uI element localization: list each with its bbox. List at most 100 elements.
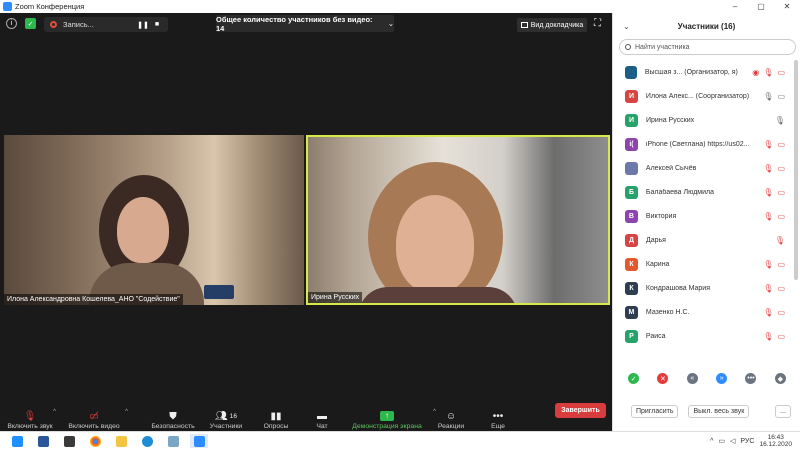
language-indicator[interactable]: РУС	[740, 438, 754, 445]
network-icon[interactable]: ▭	[718, 437, 725, 445]
mic-muted-icon: 🎙︎	[763, 139, 774, 149]
participant-search[interactable]: Найти участника	[619, 39, 796, 55]
avatar: Р	[625, 329, 638, 343]
recording-indicator: Запись... ❚❚ ■	[44, 17, 168, 32]
pause-recording-button[interactable]: ❚❚	[136, 21, 150, 29]
scrollbar[interactable]	[794, 60, 798, 280]
participant-row[interactable]: i(iPhone (Светлана) https://us02... 🎙︎ ▭	[613, 132, 793, 156]
video-off-icon: ▭	[777, 283, 785, 293]
more-options-button[interactable]: ...	[775, 404, 791, 418]
chat-button[interactable]: ▬ Чат	[308, 409, 336, 431]
yes-icon[interactable]: ✓	[628, 373, 640, 384]
clear-icon[interactable]: ◆	[774, 373, 786, 384]
file-explorer-icon[interactable]	[112, 434, 130, 448]
video-tile[interactable]: Илона Александровна Кошелева_АНО "Содейс…	[4, 135, 304, 305]
participants-panel: ⌄ Участники (16) Найти участника Высшая …	[612, 13, 800, 431]
zoom-taskbar-icon[interactable]	[190, 434, 208, 448]
avatar: М	[625, 305, 638, 319]
participant-row[interactable]: В Виктория 🎙︎ ▭	[613, 204, 793, 228]
speaker-view-button[interactable]: Вид докладчика	[517, 18, 587, 32]
caret-up-icon[interactable]: ^	[125, 409, 128, 415]
avatar: Б	[625, 185, 638, 199]
participant-row[interactable]: Высшая з... (Организатор, я) ◉ 🎙︎ ▭	[613, 60, 793, 84]
participant-row[interactable]: И Ирина Русских 🎙︎	[613, 108, 793, 132]
slower-icon[interactable]: «	[686, 373, 698, 384]
no-icon[interactable]: ✕	[657, 373, 669, 384]
end-meeting-button[interactable]: Завершить	[555, 403, 606, 418]
video-off-icon: ▭	[777, 139, 785, 149]
participant-row[interactable]: К Кондрашова Мария 🎙︎ ▭	[613, 276, 793, 300]
polls-button[interactable]: ▮▮ Опросы	[258, 409, 294, 431]
app-icon[interactable]	[164, 434, 182, 448]
more-icon[interactable]: •••	[745, 373, 757, 384]
window-title: Zoom Конференция	[15, 2, 85, 11]
avatar: И	[625, 113, 638, 127]
chevron-up-icon[interactable]: ^	[710, 438, 713, 445]
tablet	[204, 285, 234, 299]
mic-muted-icon: 🎙︎	[774, 235, 785, 245]
mic-icon: 🎙︎	[774, 115, 785, 125]
invite-button[interactable]: Пригласить	[631, 404, 679, 418]
record-dot-icon	[50, 21, 57, 28]
security-button[interactable]: ⛊ Безопасность	[148, 409, 198, 431]
participant-status: 🎙︎ ▭	[763, 212, 785, 221]
participant-row[interactable]: Алексей Сычёв 🎙︎ ▭	[613, 156, 793, 180]
reaction-bar: ✓ ✕ « » ••• ◆	[613, 373, 800, 384]
video-name-label: Илона Александровна Кошелева_АНО "Содейс…	[4, 294, 183, 305]
system-tray: ^ ▭ ◁ РУС 16:43 16.12.2020	[710, 434, 792, 448]
video-off-icon: ▭	[777, 67, 785, 77]
more-button[interactable]: ••• Еще	[484, 409, 512, 431]
mute-all-button[interactable]: Выкл. весь звук	[688, 404, 750, 418]
stop-recording-button[interactable]: ■	[150, 21, 164, 28]
calculator-icon[interactable]	[60, 434, 78, 448]
chrome-icon[interactable]	[86, 434, 104, 448]
participant-status: 🎙︎ ▭	[763, 140, 785, 149]
mic-muted-icon: 🎙︎	[763, 67, 774, 77]
share-screen-button[interactable]: ↑ Демонстрация экрана ^	[348, 409, 436, 430]
chevron-down-icon[interactable]: ⌄	[623, 22, 630, 31]
caret-up-icon[interactable]: ^	[53, 409, 56, 415]
start-video-button[interactable]: ▭̸ Включить видео ^	[64, 409, 128, 430]
participant-name: Ирина Русских	[646, 116, 695, 124]
participant-row[interactable]: М Мазенко Н.С. 🎙︎ ▭	[613, 300, 793, 324]
meeting-top-bar: i ✓ Запись... ❚❚ ■ Общее количество учас…	[0, 13, 612, 35]
minimize-button[interactable]: –	[722, 2, 748, 11]
participant-name: Илона Алекс... (Соорганизатор)	[645, 92, 750, 100]
participant-row[interactable]: Д Дарья 🎙︎	[613, 228, 793, 252]
participant-name: Высшая з... (Организатор, я)	[644, 68, 738, 76]
participant-status: 🎙︎	[775, 236, 785, 245]
shield-icon[interactable]: ✓	[25, 18, 36, 29]
video-tile-active-speaker[interactable]: Ирина Русских	[306, 135, 610, 305]
security-label: Безопасность	[151, 423, 195, 430]
participant-row[interactable]: К Карина 🎙︎ ▭	[613, 252, 793, 276]
participant-status: 🎙︎ ▭	[763, 332, 785, 341]
edge-icon[interactable]	[138, 434, 156, 448]
avatar: В	[625, 209, 638, 223]
info-icon[interactable]: i	[6, 18, 17, 29]
participant-row[interactable]: Р Раиса 🎙︎ ▭	[613, 324, 793, 348]
avatar: К	[625, 257, 638, 271]
volume-icon[interactable]: ◁	[730, 437, 735, 445]
mic-muted-icon: 🎙︎	[763, 259, 774, 269]
clock[interactable]: 16:43 16.12.2020	[759, 434, 792, 448]
reactions-button[interactable]: ☺︎ Реакции	[434, 409, 468, 431]
title-bar: Zoom Конференция – ▢ ✕	[0, 0, 800, 13]
maximize-button[interactable]: ▢	[748, 2, 774, 11]
start-button[interactable]	[8, 434, 26, 448]
participant-face	[396, 195, 474, 293]
unmute-label: Включить звук	[7, 423, 53, 430]
video-off-icon: ▭	[777, 331, 785, 341]
participant-row[interactable]: И Илона Алекс... (Соорганизатор) 🎙︎ ▭	[613, 84, 793, 108]
participant-status: 🎙︎ ▭	[763, 188, 785, 197]
participant-row[interactable]: Б Балабаева Людмила 🎙︎ ▭	[613, 180, 793, 204]
participant-status: 🎙︎ ▭	[763, 308, 785, 317]
unmute-button[interactable]: 🎙︎ Включить звук ^	[4, 409, 56, 430]
video-off-icon: ▭	[777, 211, 785, 221]
fullscreen-icon[interactable]: ⛶	[594, 18, 606, 30]
participants-button[interactable]: 👥︎ 16 Участники	[205, 409, 247, 431]
word-icon[interactable]	[34, 434, 52, 448]
no-video-banner[interactable]: Общее количество участников без видео: 1…	[216, 15, 394, 33]
close-button[interactable]: ✕	[774, 2, 800, 11]
faster-icon[interactable]: »	[716, 373, 728, 384]
polls-label: Опросы	[263, 423, 289, 430]
